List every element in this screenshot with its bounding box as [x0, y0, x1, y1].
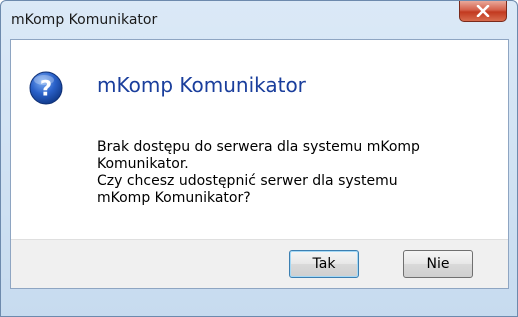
dialog-body: ? mKomp Komunikator Brak dostępu do serw…	[10, 39, 509, 289]
message-line: Czy chcesz udostępnić serwer dla systemu	[97, 173, 398, 189]
title-bar[interactable]: mKomp Komunikator	[1, 1, 517, 39]
message-line: mKomp Komunikator?	[97, 190, 251, 206]
button-bar: Tak Nie	[11, 239, 508, 288]
message-line: Komunikator.	[97, 156, 189, 172]
close-button[interactable]	[459, 1, 507, 22]
dialog-window: mKomp Komunikator ? mKomp Komunikator Br…	[0, 0, 518, 317]
window-title: mKomp Komunikator	[11, 12, 158, 28]
yes-button[interactable]: Tak	[289, 250, 359, 278]
message-line: Brak dostępu do serwera dla systemu mKom…	[97, 139, 420, 155]
close-icon	[476, 5, 490, 17]
dialog-heading: mKomp Komunikator	[97, 73, 306, 97]
no-button[interactable]: Nie	[403, 250, 473, 278]
question-icon: ?	[29, 71, 63, 105]
svg-text:?: ?	[40, 77, 52, 101]
dialog-message: Brak dostępu do serwera dla systemu mKom…	[97, 139, 477, 207]
